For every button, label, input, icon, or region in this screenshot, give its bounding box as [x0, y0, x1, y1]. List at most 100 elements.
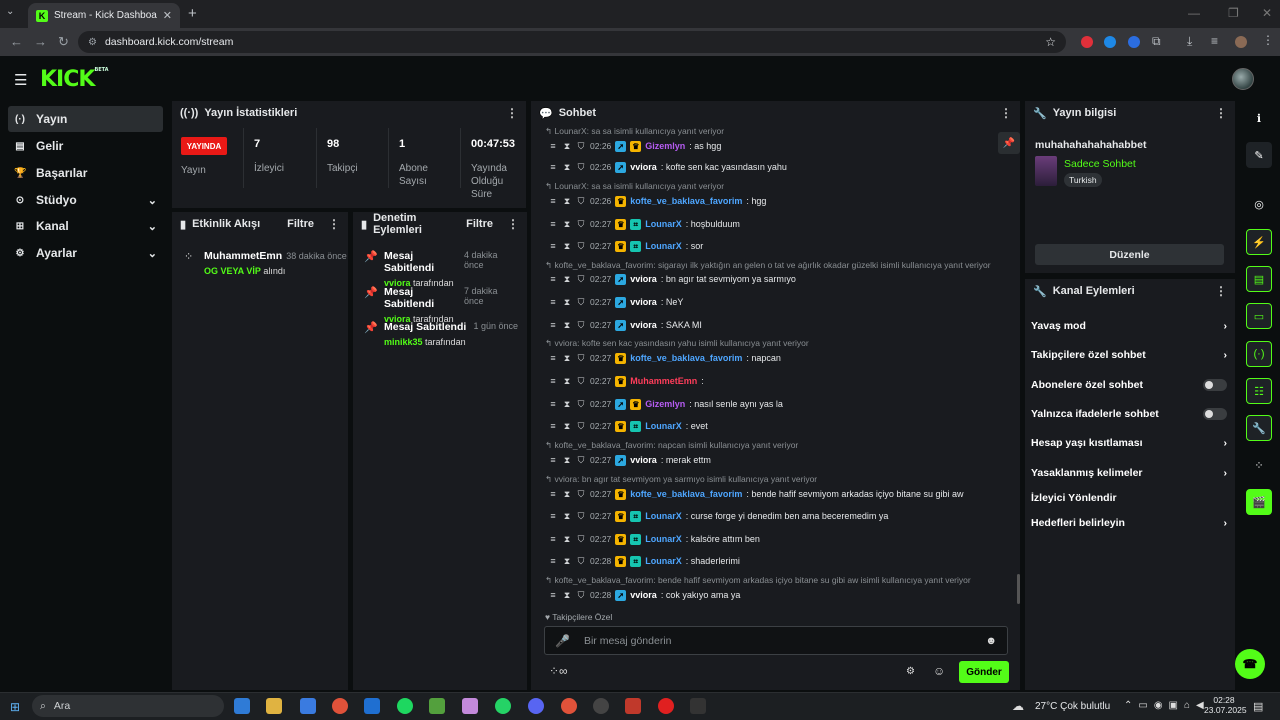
chat-message[interactable]: ≡ ⧗ ⛉ 02:27 ♛ ⌗ LounarX: curse forge yi denedi… — [548, 509, 1018, 523]
chat-message[interactable]: ≡ ⧗ ⛉ 02:27 ♛ ⌗ LounarX: evet — [548, 419, 1018, 433]
chat-message[interactable]: ≡ ⧗ ⛉ 02:27 ➚ vviora: bn agır tat sevmiyom ya… — [548, 272, 1018, 286]
chat-message[interactable]: ≡ ⧗ ⛉ 02:28 ➚ vviora: cok yakıyo ama ya — [548, 588, 1018, 602]
hamburger-icon[interactable]: ≡ — [548, 556, 558, 566]
ban-shield-icon[interactable]: ⛉ — [576, 162, 586, 173]
filter-button[interactable]: Filtre — [287, 218, 314, 230]
taskbar-search[interactable]: ⌕ Ara — [32, 695, 224, 717]
ban-shield-icon[interactable]: ⛉ — [576, 219, 586, 230]
chat-message[interactable]: ≡ ⧗ ⛉ 02:27 ♛ ⌗ LounarX: sor — [548, 239, 1018, 253]
chat-message[interactable]: ≡ ⧗ ⛉ 02:27 ♛ kofte_ve_baklava_favorim: napca… — [548, 351, 1018, 365]
more-options-icon[interactable]: ⋮ — [1215, 284, 1227, 298]
ban-shield-icon[interactable]: ⛉ — [576, 196, 586, 207]
timeout-icon[interactable]: ⧗ — [562, 534, 572, 545]
clapper-icon[interactable]: 🎬 — [1246, 489, 1272, 515]
hamburger-icon[interactable]: ≡ — [548, 421, 558, 431]
sidebar-item-yayin[interactable]: (·) Yayın — [8, 106, 163, 132]
emoji-icon[interactable]: ☻ — [985, 635, 997, 647]
hamburger-icon[interactable]: ≡ — [548, 196, 558, 206]
bookmark-star-icon[interactable]: ☆ — [1045, 35, 1056, 49]
hamburger-icon[interactable]: ≡ — [548, 489, 558, 499]
moderation-item[interactable]: 📌 Mesaj Sabitlendi 7 dakika önce vviora t… — [364, 286, 518, 324]
chat-username[interactable]: vviora — [630, 274, 657, 284]
timeout-icon[interactable]: ⧗ — [562, 353, 572, 364]
hamburger-icon[interactable]: ≡ — [548, 274, 558, 284]
goals-item[interactable]: Hedefleri belirleyin › — [1031, 517, 1227, 529]
timeout-icon[interactable]: ⧗ — [562, 162, 572, 173]
more-options-icon[interactable]: ⋮ — [507, 217, 519, 231]
account-age-item[interactable]: Hesap yaşı kısıtlaması › — [1031, 437, 1227, 449]
menu-icon[interactable]: ☰ — [14, 71, 27, 89]
url-field[interactable]: ⚙ dashboard.kick.com/stream ☆ — [78, 31, 1066, 53]
info-icon[interactable]: ℹ — [1246, 105, 1272, 131]
user-avatar[interactable] — [1232, 68, 1254, 90]
sidebar-item-basarilar[interactable]: 🏆 Başarılar — [8, 160, 163, 186]
support-headset-icon[interactable]: ☎ — [1235, 649, 1265, 679]
hamburger-icon[interactable]: ≡ — [548, 297, 558, 307]
chat-message[interactable]: ≡ ⧗ ⛉ 02:26 ♛ kofte_ve_baklava_favorim: hgg — [548, 194, 1018, 208]
sidebar-item-ayarlar[interactable]: ⚙ Ayarlar ⌄ — [8, 240, 163, 266]
edit-pencil-icon[interactable]: ✎ — [1246, 142, 1272, 168]
filter-button[interactable]: Filtre — [466, 218, 493, 230]
profile-avatar[interactable] — [1235, 36, 1247, 48]
notification-icon[interactable]: ▤ — [1253, 700, 1263, 713]
ban-shield-icon[interactable]: ⛉ — [576, 421, 586, 432]
close-window-icon[interactable]: ✕ — [1262, 6, 1272, 20]
more-options-icon[interactable]: ⋮ — [1215, 106, 1227, 120]
extensions-puzzle-icon[interactable]: ⧉ — [1152, 34, 1161, 49]
maximize-icon[interactable]: ❐ — [1228, 6, 1239, 20]
back-icon[interactable]: ← — [10, 34, 23, 49]
chat-username[interactable]: vviora — [630, 320, 657, 330]
chat-username[interactable]: kofte_ve_baklava_favorim — [630, 353, 742, 363]
chrome-icon[interactable] — [561, 698, 577, 714]
ban-shield-icon[interactable]: ⛉ — [576, 274, 586, 285]
hamburger-icon[interactable]: ≡ — [548, 399, 558, 409]
ban-shield-icon[interactable]: ⛉ — [576, 297, 586, 308]
forward-icon[interactable]: → — [34, 34, 47, 49]
chat-message[interactable]: ≡ ⧗ ⛉ 02:27 ➚ vviora: merak ettm — [548, 453, 1018, 467]
ban-shield-icon[interactable]: ⛉ — [576, 241, 586, 252]
timeout-icon[interactable]: ⧗ — [562, 421, 572, 432]
broadcast-icon[interactable]: (·) — [1246, 341, 1272, 367]
chat-message[interactable]: ≡ ⧗ ⛉ 02:27 ♛ ⌗ LounarX: kalsöre attım ben — [548, 532, 1018, 546]
site-info-icon[interactable]: ⚙ — [88, 37, 97, 48]
notes-icon[interactable]: ▤ — [1246, 266, 1272, 292]
more-options-icon[interactable]: ⋮ — [328, 217, 340, 231]
timeout-icon[interactable]: ⧗ — [562, 297, 572, 308]
timeout-icon[interactable]: ⧗ — [562, 274, 572, 285]
ban-shield-icon[interactable]: ⛉ — [576, 399, 586, 410]
chat-username[interactable]: vviora — [630, 297, 657, 307]
spotify-icon[interactable] — [397, 698, 413, 714]
chat-input[interactable]: 🎤 Bir mesaj gönderin ☻ — [544, 626, 1008, 655]
chat-message[interactable]: ≡ ⧗ ⛉ 02:27 ♛ MuhammetEmn: — [548, 374, 1018, 388]
file-explorer-icon[interactable] — [266, 698, 282, 714]
app-icon[interactable] — [462, 698, 478, 714]
slow-mode-item[interactable]: Yavaş mod › — [1031, 320, 1227, 332]
windows-start-icon[interactable]: ⊞ — [10, 700, 20, 714]
timeout-icon[interactable]: ⧗ — [562, 141, 572, 152]
chat-message[interactable]: ≡ ⧗ ⛉ 02:26 ➚ vviora: kofte sen kac yasındası… — [548, 160, 1018, 174]
reading-list-icon[interactable]: ≡ — [1211, 34, 1218, 48]
moderation-item[interactable]: 📌 Mesaj Sabitlendi 1 gün önce minikk35 ta… — [364, 321, 518, 347]
app-icon[interactable] — [593, 698, 609, 714]
hamburger-icon[interactable]: ≡ — [548, 219, 558, 229]
kick-dots-icon[interactable]: ⁘ — [1246, 452, 1272, 478]
wrench-icon[interactable]: 🔧 — [1246, 415, 1272, 441]
chrome-icon[interactable] — [332, 698, 348, 714]
reload-icon[interactable]: ↻ — [58, 34, 69, 50]
ban-shield-icon[interactable]: ⛉ — [576, 489, 586, 500]
chat-username[interactable]: LounarX — [645, 219, 682, 229]
chat-message[interactable]: ≡ ⧗ ⛉ 02:27 ➚ ♛ Gizemlyn: nasıl senle aynı yas… — [548, 397, 1018, 411]
chat-username[interactable]: Gizemlyn — [645, 399, 685, 409]
chat-username[interactable]: kofte_ve_baklava_favorim — [630, 489, 742, 499]
timeout-icon[interactable]: ⧗ — [562, 219, 572, 230]
extension-icon[interactable] — [1081, 36, 1093, 48]
chat-username[interactable]: LounarX — [645, 556, 682, 566]
layout-icon[interactable]: ☷ — [1246, 378, 1272, 404]
outlook-icon[interactable] — [364, 698, 380, 714]
system-tray-icons[interactable]: ⌃▭◉▣⌂◀ — [1124, 700, 1210, 711]
hamburger-icon[interactable]: ≡ — [548, 511, 558, 521]
ban-shield-icon[interactable]: ⛉ — [576, 320, 586, 331]
discord-icon[interactable] — [528, 698, 544, 714]
hamburger-icon[interactable]: ≡ — [548, 376, 558, 386]
followers-only-item[interactable]: Takipçilere özel sohbet › — [1031, 349, 1227, 361]
